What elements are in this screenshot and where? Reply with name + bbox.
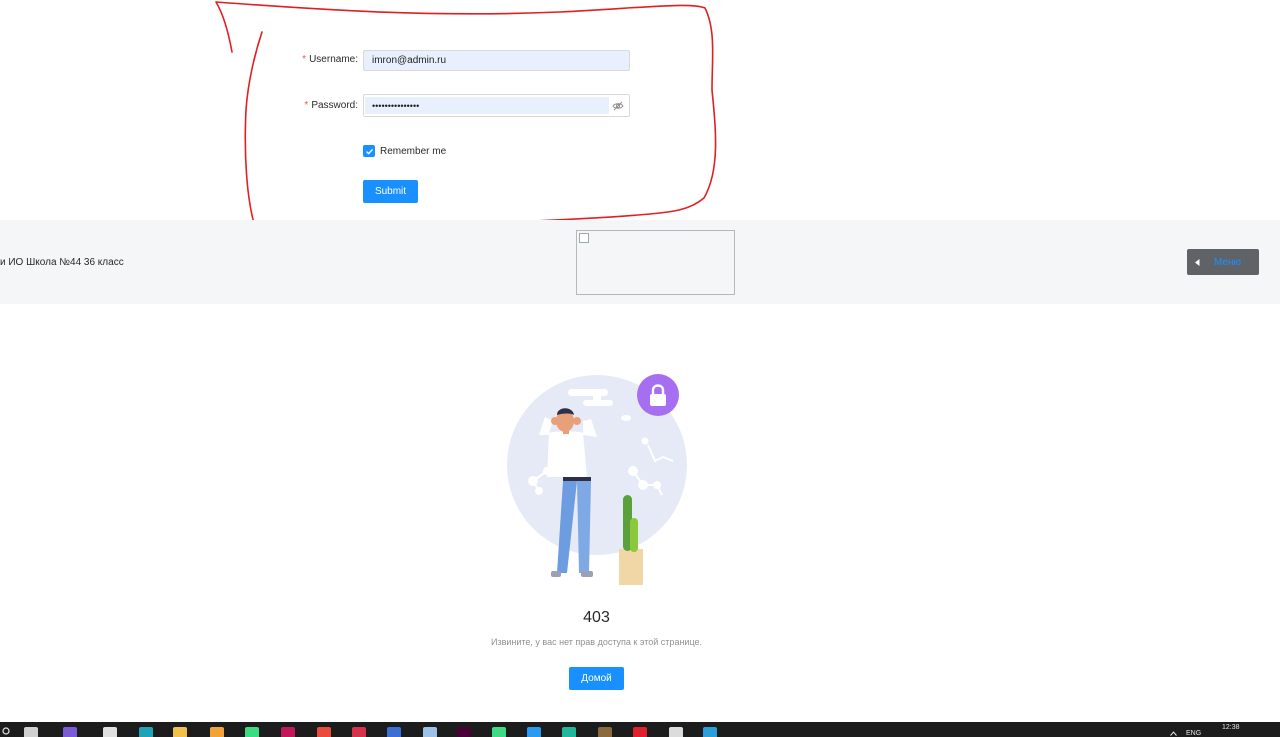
home-button[interactable]: Домой bbox=[569, 667, 624, 690]
android-icon[interactable] bbox=[492, 727, 506, 737]
check-icon bbox=[365, 148, 373, 155]
notepad-icon[interactable] bbox=[423, 727, 437, 737]
app-teal-icon[interactable] bbox=[562, 727, 576, 737]
remember-me-label[interactable]: Remember me bbox=[380, 146, 446, 157]
error-code: 403 bbox=[583, 609, 610, 626]
chrome-icon[interactable] bbox=[669, 727, 683, 737]
error-message: Извините, у вас нет прав доступа к этой … bbox=[490, 637, 703, 647]
password-value: ••••••••••••••• bbox=[365, 97, 609, 114]
app-purple-icon[interactable] bbox=[63, 727, 77, 737]
eye-invisible-icon[interactable] bbox=[612, 100, 624, 112]
broken-image bbox=[576, 230, 735, 295]
edge-icon[interactable] bbox=[139, 727, 153, 737]
folder-icon[interactable] bbox=[173, 727, 187, 737]
app-crimson-icon[interactable] bbox=[352, 727, 366, 737]
clock-time[interactable]: 12:38 bbox=[1222, 724, 1240, 731]
password-input[interactable]: ••••••••••••••• bbox=[363, 94, 630, 117]
app-brown-icon[interactable] bbox=[598, 727, 612, 737]
paint-icon[interactable] bbox=[210, 727, 224, 737]
remember-me-checkbox[interactable] bbox=[363, 145, 375, 157]
forbidden-illustration bbox=[507, 374, 687, 585]
password-label: * Password: bbox=[304, 100, 358, 111]
save-icon[interactable] bbox=[387, 727, 401, 737]
chevron-up-icon[interactable] bbox=[1170, 731, 1177, 736]
username-input[interactable]: imron@admin.ru bbox=[363, 50, 630, 71]
username-label: * Username: bbox=[302, 54, 358, 65]
printer-icon[interactable] bbox=[103, 727, 117, 737]
opera-icon[interactable] bbox=[633, 727, 647, 737]
app-red-icon[interactable] bbox=[317, 727, 331, 737]
android-studio-icon[interactable] bbox=[245, 727, 259, 737]
vscode-icon[interactable] bbox=[527, 727, 541, 737]
intellij-icon[interactable] bbox=[281, 727, 295, 737]
broken-image-icon bbox=[579, 233, 589, 243]
menu-button[interactable]: Меню bbox=[1187, 249, 1259, 275]
submit-button[interactable]: Submit bbox=[363, 180, 418, 203]
menu-label: Меню bbox=[1214, 256, 1242, 268]
page-root: * Username: imron@admin.ru * Password: •••… bbox=[0, 0, 1280, 737]
task-view-icon[interactable] bbox=[24, 727, 38, 737]
input-language[interactable]: ENG bbox=[1186, 730, 1201, 737]
username-value: imron@admin.ru bbox=[372, 55, 447, 66]
search-icon[interactable] bbox=[2, 727, 12, 737]
caret-left-icon bbox=[1195, 258, 1200, 266]
telegram-icon[interactable] bbox=[703, 727, 717, 737]
xd-icon[interactable] bbox=[457, 727, 471, 737]
school-title: и ИО Школа №44 36 класс bbox=[0, 257, 124, 268]
